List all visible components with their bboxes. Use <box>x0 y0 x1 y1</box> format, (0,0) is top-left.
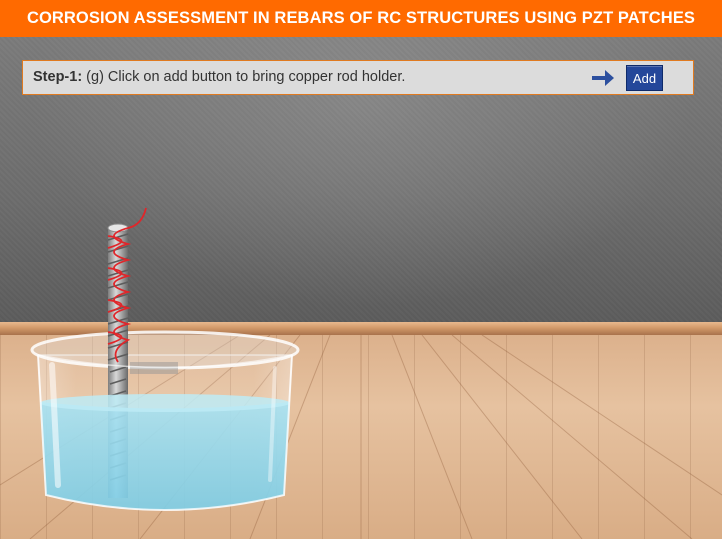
water <box>40 394 290 510</box>
experiment-scene <box>30 207 300 511</box>
